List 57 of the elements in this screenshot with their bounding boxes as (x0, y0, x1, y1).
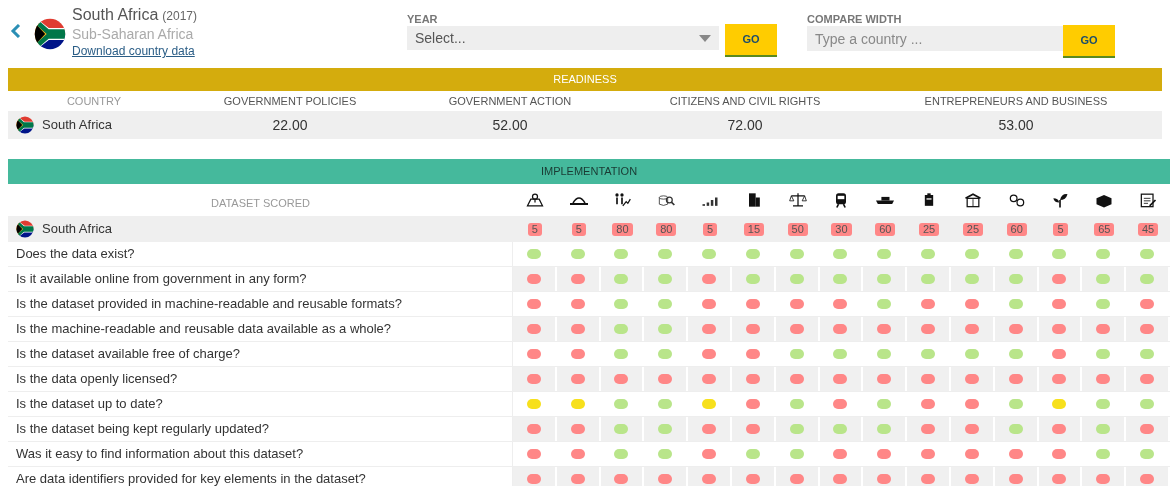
year-label: (2017) (162, 8, 197, 25)
question-text: Are data identifiers provided for key elements in the dataset? (16, 470, 366, 486)
column-header: GOVERNMENT POLICIES (223, 93, 357, 109)
score-badge: 60 (875, 222, 896, 236)
score-badge: 25 (918, 222, 940, 236)
score-badge: 65 (1094, 222, 1115, 236)
back-icon[interactable] (10, 24, 22, 38)
question-text: Is the dataset available free of charge? (16, 345, 241, 364)
question-text: Is it available online from government in any form? (16, 270, 307, 289)
compare-label: COMPARE WIDTH (807, 12, 902, 26)
ship-icon (875, 195, 896, 205)
section-title: READINESS (553, 72, 617, 88)
question-text: Was it easy to find information about this dataset? (16, 445, 304, 464)
school-icon (962, 190, 983, 210)
download-link[interactable]: Download country data (72, 44, 195, 58)
score-badge: 80 (612, 222, 633, 236)
score-badge: 50 (787, 222, 808, 236)
score-badge: 5 (1053, 222, 1068, 236)
column-header: CITIZENS AND CIVIL RIGHTS (669, 93, 821, 109)
question-text: Is the data openly licensed? (16, 370, 178, 389)
region-label: Sub-Saharan Africa (72, 26, 194, 42)
caret-icon (699, 34, 711, 42)
country-search-field[interactable]: Type a country ... (807, 26, 1063, 51)
score-badge: 60 (1006, 222, 1027, 236)
country-title: South Africa (72, 6, 159, 24)
score-badge: 80 (656, 222, 677, 236)
section-title: IMPLEMENTATION (540, 164, 638, 180)
score-badge: 25 (962, 222, 983, 236)
score-value: 52.00 (492, 115, 528, 135)
country-name: South Africa (42, 220, 113, 239)
column-header: COUNTRY (66, 93, 122, 109)
hill-icon (568, 195, 589, 205)
score-value: 72.00 (727, 115, 763, 135)
year-label: YEAR (407, 12, 438, 26)
score-badge: 30 (831, 222, 852, 236)
go-button[interactable]: GO (1063, 25, 1115, 58)
question-text: Does the data exist? (16, 245, 135, 264)
score-value: 22.00 (272, 115, 308, 135)
column-header: ENTREPRENEURS AND BUSINESS (924, 93, 1108, 109)
question-text: Is the dataset provided in machine-readable and reusable formats? (16, 295, 402, 314)
score-badge: 45 (1137, 222, 1159, 236)
score-badge: 5 (527, 222, 542, 236)
score-badge: 5 (703, 222, 718, 236)
score-value: 53.00 (998, 115, 1034, 135)
flag-icon (16, 116, 34, 134)
flag-icon (34, 18, 66, 50)
question-text: Is the dataset up to date? (16, 395, 163, 414)
column-header: GOVERNMENT ACTION (448, 93, 572, 109)
question-text: Is the machine-readable and reusable data available as a whole? (16, 320, 392, 339)
flag-icon (16, 220, 34, 238)
go-button[interactable]: GO (725, 24, 777, 57)
question-text: Is the dataset being kept regularly updated? (16, 420, 269, 439)
score-badge: 5 (571, 222, 586, 236)
score-badge: 15 (743, 222, 764, 236)
year-dropdown[interactable]: Select... (407, 26, 719, 50)
country-name: South Africa (42, 116, 113, 135)
column-header: DATASET SCORED (211, 195, 310, 211)
